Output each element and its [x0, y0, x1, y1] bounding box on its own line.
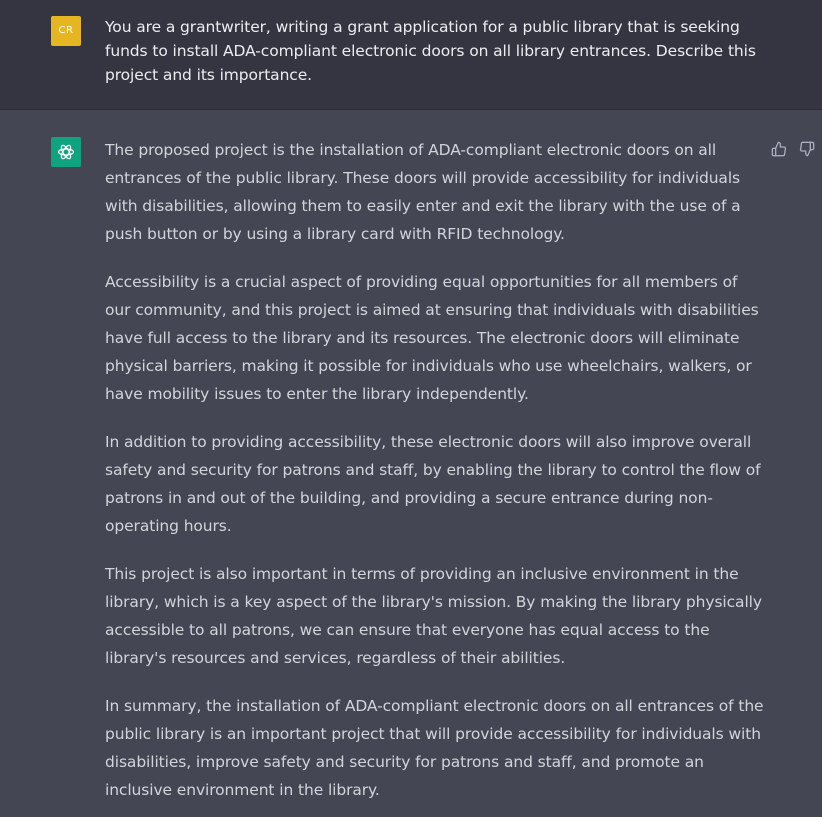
chat-conversation: CR You are a grantwriter, writing a gran… [0, 0, 822, 817]
assistant-message-block: The proposed project is the installation… [0, 110, 822, 817]
assistant-paragraph: In addition to providing accessibility, … [105, 433, 761, 535]
user-message-text: You are a grantwriter, writing a grant a… [105, 18, 756, 84]
user-message-block: CR You are a grantwriter, writing a gran… [0, 0, 822, 110]
thumbs-up-icon[interactable] [770, 140, 788, 158]
thumbs-down-icon[interactable] [798, 140, 816, 158]
openai-logo-icon [51, 137, 81, 167]
feedback-buttons [770, 140, 816, 158]
assistant-paragraph: In summary, the installation of ADA-comp… [105, 697, 764, 799]
assistant-paragraph: This project is also important in terms … [105, 565, 762, 667]
assistant-message-text: The proposed project is the installation… [105, 136, 767, 817]
avatar: CR [51, 16, 81, 46]
assistant-paragraph: The proposed project is the installation… [105, 141, 741, 243]
assistant-paragraph: Accessibility is a crucial aspect of pro… [105, 273, 759, 403]
